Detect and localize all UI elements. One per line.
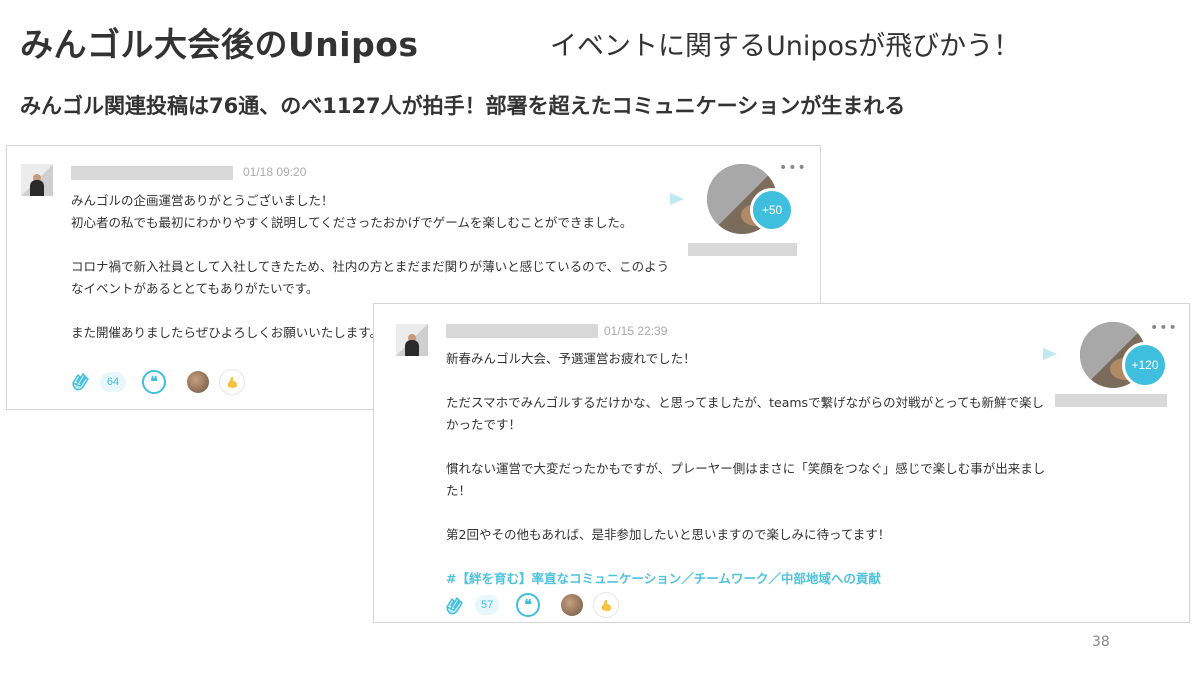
body-line: コロナ禍で新入社員として入社してきたため、社内の方とまだまだ関りが薄いと感じてい… [71,259,670,274]
reactor-avatar [561,594,583,616]
quote-comment-icon[interactable]: ❝ [142,370,166,394]
hashtag-link[interactable]: #【絆を育む】率直なコミュニケーション／チームワーク／中部地域への貢献 [446,568,1046,590]
more-options-icon[interactable]: ••• [779,160,807,176]
more-options-icon[interactable]: ••• [1150,320,1178,336]
body-line: 新春みんゴル大会、予選運営お疲れでした！ [446,351,696,366]
slide-subtitle: イベントに関するUniposが飛びかう！ [550,31,1021,62]
recipient-name-redacted [688,243,797,256]
body-line [446,436,1046,458]
body-line: 第2回やその他もあれば、是非参加したいと思いますので楽しみに待ってます！ [446,527,891,542]
flexed-arm-emoji-icon[interactable] [593,592,619,618]
body-line [446,370,1046,392]
send-icon [1043,348,1057,360]
post-timestamp: 01/18 09:20 [243,165,307,179]
reactor-avatar [187,371,209,393]
recipient-name-redacted [1055,394,1167,407]
post-timestamp: 01/15 22:39 [604,324,668,338]
flexed-arm-emoji-icon[interactable] [219,369,245,395]
clap-total-badge: +50 [750,188,794,232]
sender-avatar[interactable] [21,164,53,196]
body-line: ただスマホでみんゴルするだけかな、と思ってましたが、teamsで繋げながらの対戦… [446,395,1044,410]
quote-comment-icon[interactable]: ❝ [516,593,540,617]
clap-count[interactable]: 64 [100,372,126,392]
slide-title: みんゴル大会後のUnipos [20,25,419,64]
body-line: 慣れない運営で大変だったかもですが、プレーヤー側はまさに「笑顔をつなぐ」感じで楽… [446,461,1046,476]
clap-hands-icon[interactable] [445,595,467,615]
body-line: かったです！ [446,417,522,432]
sender-name-redacted [446,324,598,338]
body-line: た！ [446,483,472,498]
body-line: 初心者の私でも最初にわかりやすく説明してくださったおかげでゲームを楽しむことがで… [71,215,633,230]
clap-count[interactable]: 57 [475,595,499,615]
page-number: 38 [1092,634,1110,650]
body-line: なイベントがあるととてもありがたいです。 [71,281,319,296]
body-line [446,546,1046,568]
post-card-2: 01/15 22:39 新春みんゴル大会、予選運営お疲れでした！ ただスマホでみ… [373,303,1190,623]
body-line [446,502,1046,524]
send-icon [670,193,684,205]
clap-hands-icon[interactable] [71,371,93,391]
body-line: みんゴルの企画運営ありがとうございました！ [71,193,334,208]
sender-avatar[interactable] [396,324,428,356]
post-body: 新春みんゴル大会、予選運営お疲れでした！ ただスマホでみんゴルするだけかな、と思… [446,348,1046,590]
body-line [71,234,671,256]
slide-lead: みんゴル関連投稿は76通、のべ1127人が拍手！部署を超えたコミュニケーションが… [20,94,906,118]
clap-total-badge: +120 [1122,342,1168,388]
sender-name-redacted [71,166,233,180]
